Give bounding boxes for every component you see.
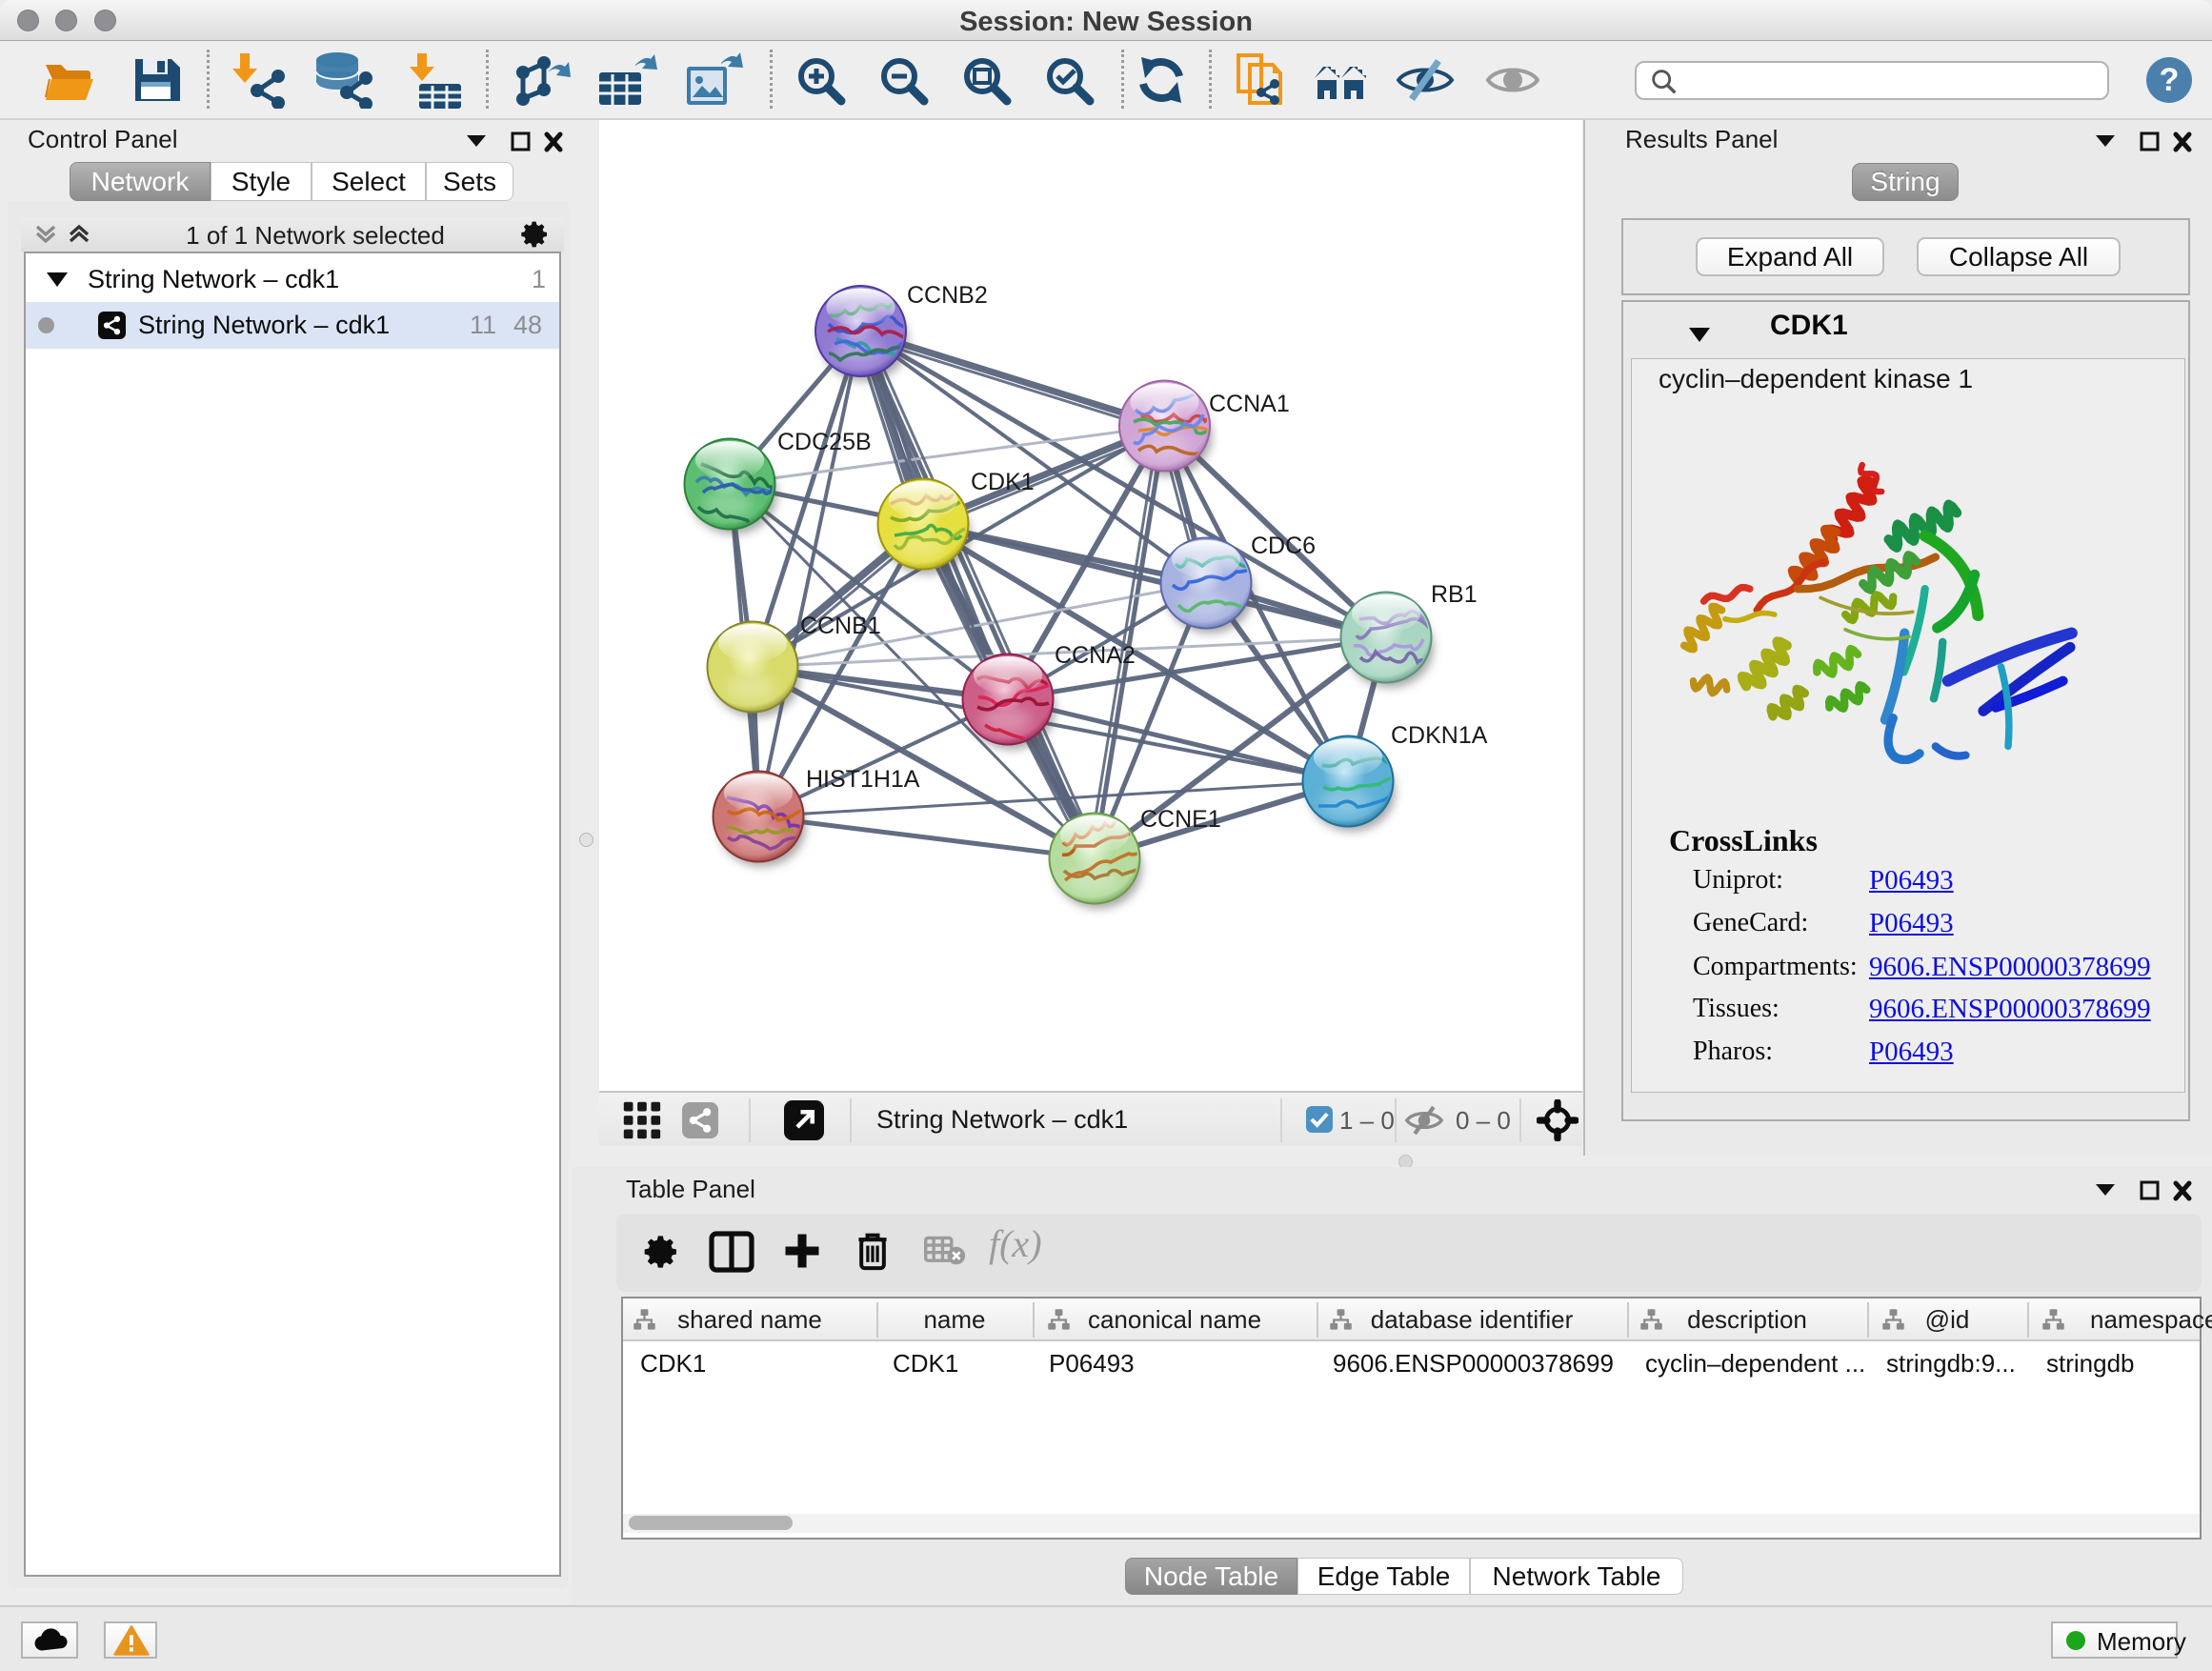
svg-text:CDK1: CDK1 xyxy=(971,469,1035,495)
svg-text:CCNB2: CCNB2 xyxy=(907,282,988,309)
svg-text:CDC25B: CDC25B xyxy=(777,429,872,455)
svg-text:CDC6: CDC6 xyxy=(1251,533,1316,559)
svg-text:HIST1H1A: HIST1H1A xyxy=(806,766,920,793)
svg-text:CCNB1: CCNB1 xyxy=(800,613,881,639)
svg-text:RB1: RB1 xyxy=(1431,581,1478,608)
svg-text:?: ? xyxy=(2160,62,2180,98)
svg-text:CCNA1: CCNA1 xyxy=(1209,391,1290,417)
svg-text:CDKN1A: CDKN1A xyxy=(1391,722,1488,749)
svg-text:CCNE1: CCNE1 xyxy=(1140,806,1221,833)
svg-text:CCNA2: CCNA2 xyxy=(1055,642,1136,669)
